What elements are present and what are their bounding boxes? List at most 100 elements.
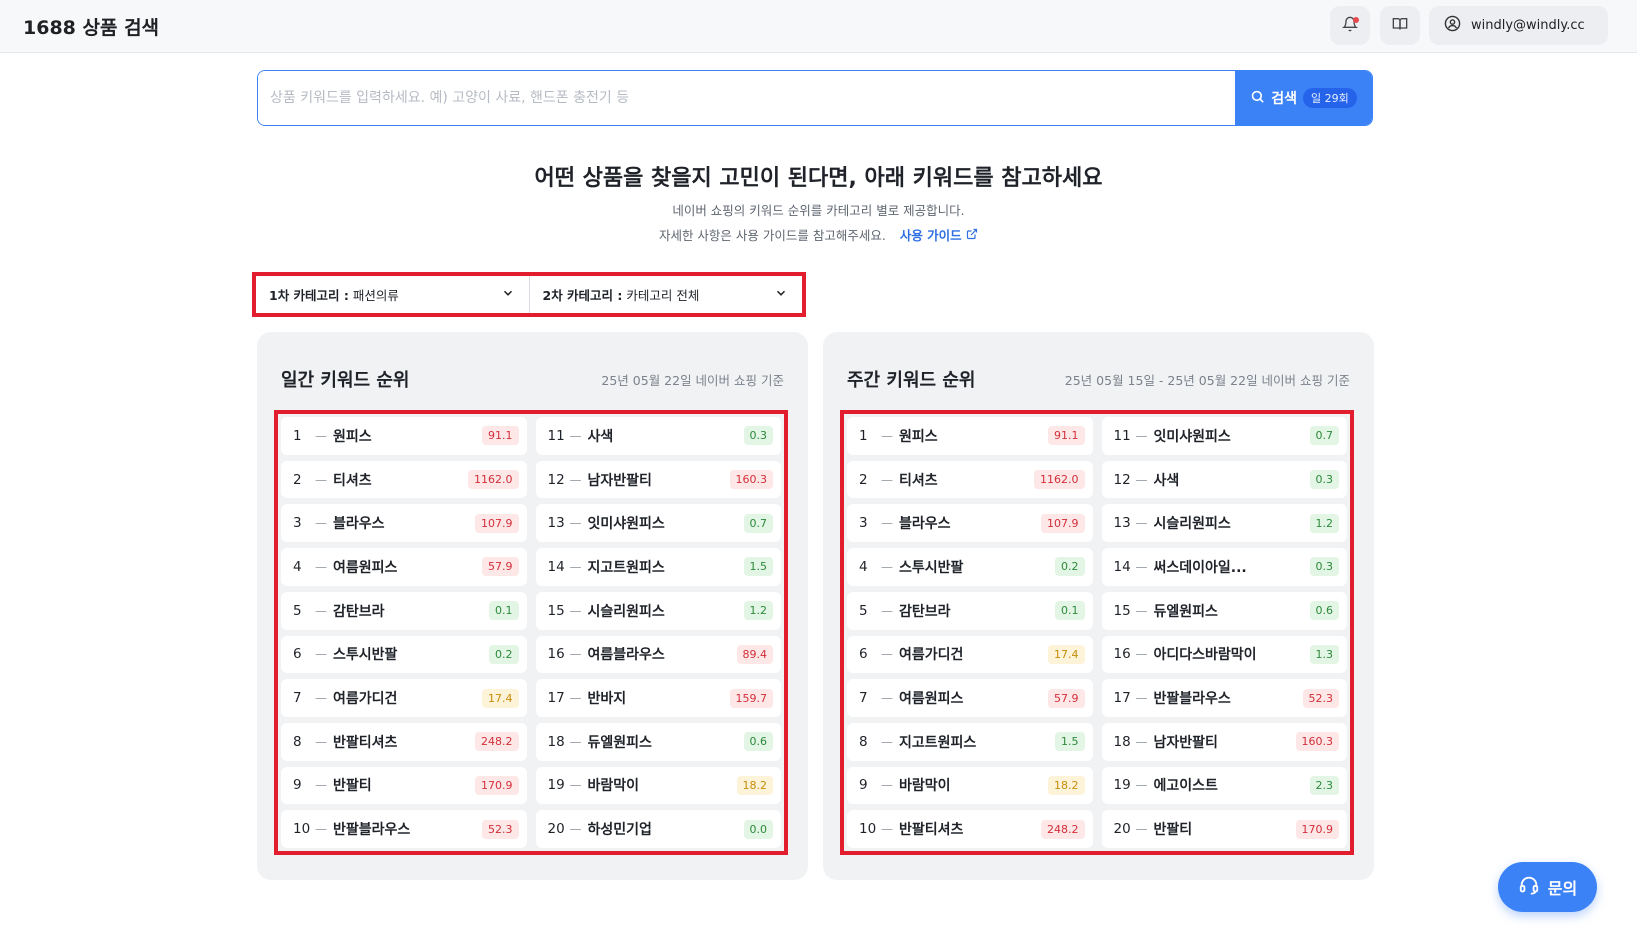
ranking-item[interactable]: 11 — 사색 0.3 [535,417,781,455]
rank-change-dash-icon: — [315,603,327,618]
notification-button[interactable] [1330,6,1370,45]
user-circle-icon [1444,15,1461,36]
rank-number: 16 [547,646,565,663]
ranking-item[interactable]: 19 — 에고이스트 2.3 [1101,766,1347,805]
rank-number: 5 [859,602,868,619]
ranking-item[interactable]: 17 — 반팔블라우스 52.3 [1101,679,1347,717]
rank-score-badge: 1162.0 [1034,470,1085,490]
rank-keyword: 여름원피스 [333,559,398,576]
ranking-item[interactable]: 5 — 감탄브라 0.1 [847,591,1093,630]
ranking-item[interactable]: 5 — 감탄브라 0.1 [281,591,527,630]
ranking-item[interactable]: 11 — 잇미샤원피스 0.7 [1101,417,1347,455]
rank-number: 19 [1113,777,1131,794]
rank-keyword: 하성민기업 [587,822,652,839]
ranking-item[interactable]: 1 — 원피스 91.1 [847,417,1093,455]
rank-change-dash-icon: — [881,516,893,531]
second-category-select[interactable]: 2차 카테고리 : 카테고리 전체 [528,276,803,313]
ranking-item[interactable]: 17 — 반바지 159.7 [535,679,781,717]
ranking-item[interactable]: 16 — 여름블라우스 89.4 [535,635,781,674]
first-category-label: 1차 카테고리 : [269,288,349,303]
search-bar: 검색 일 29회 [257,70,1373,126]
guide-link[interactable]: 사용 가이드 [900,228,978,243]
ranking-item[interactable]: 3 — 블라우스 107.9 [847,504,1093,543]
search-button[interactable]: 검색 일 29회 [1235,71,1372,125]
rank-change-dash-icon: — [315,428,327,443]
rank-keyword: 시슬리원피스 [1153,516,1231,533]
rank-keyword: 스투시반팔 [899,559,964,576]
ranking-item[interactable]: 4 — 스투시반팔 0.2 [847,548,1093,586]
user-account-button[interactable]: windly@windly.cc [1429,6,1608,45]
ranking-item[interactable]: 20 — 하성민기업 0.0 [535,810,781,849]
ranking-item[interactable]: 2 — 티셔츠 1162.0 [847,460,1093,499]
ranking-item[interactable]: 10 — 반팔블라우스 52.3 [281,810,527,849]
ranking-item[interactable]: 18 — 듀엘원피스 0.6 [535,722,781,761]
ranking-item[interactable]: 12 — 남자반팔티 160.3 [535,460,781,499]
ranking-item[interactable]: 7 — 여름가디건 17.4 [281,679,527,717]
ranking-item[interactable]: 10 — 반팔티셔츠 248.2 [847,810,1093,849]
rank-keyword: 잇미샤원피스 [1153,428,1231,445]
ranking-item[interactable]: 15 — 듀엘원피스 0.6 [1101,591,1347,630]
rank-change-dash-icon: — [315,559,327,574]
rank-keyword: 반팔티 [1153,822,1193,839]
rank-score-badge: 1.5 [743,557,773,577]
rank-number: 11 [547,427,565,444]
ranking-item[interactable]: 20 — 반팔티 170.9 [1101,810,1347,849]
rank-change-dash-icon: — [569,778,582,793]
ranking-item[interactable]: 6 — 스투시반팔 0.2 [281,635,527,674]
rank-change-dash-icon: — [881,734,893,749]
rank-number: 5 [293,602,302,619]
rank-score-badge: 160.3 [1295,732,1339,752]
rank-score-badge: 170.9 [475,775,519,795]
rank-number: 17 [547,690,565,707]
rank-number: 3 [859,515,868,532]
ranking-item[interactable]: 14 — 지고트원피스 1.5 [535,548,781,586]
rank-number: 14 [1113,558,1131,575]
rank-number: 10 [859,821,877,838]
ranking-item[interactable]: 9 — 반팔티 170.9 [281,766,527,805]
search-input[interactable] [258,71,1235,125]
rank-keyword: 잇미샤원피스 [587,516,665,533]
ranking-item[interactable]: 8 — 지고트원피스 1.5 [847,722,1093,761]
rank-score-badge: 52.3 [482,819,519,839]
inquiry-button[interactable]: 문의 [1498,862,1597,912]
rank-score-badge: 248.2 [1041,819,1085,839]
rank-change-dash-icon: — [881,559,893,574]
rank-score-badge: 0.0 [743,819,773,839]
rank-keyword: 남자반팔티 [1153,734,1218,751]
rank-score-badge: 160.3 [729,470,773,490]
app-title: 1688 상품 검색 [23,17,160,39]
first-category-value: 패션의류 [352,288,399,303]
ranking-item[interactable]: 9 — 바람막이 18.2 [847,766,1093,805]
ranking-item[interactable]: 6 — 여름가디건 17.4 [847,635,1093,674]
rank-change-dash-icon: — [1135,691,1148,706]
ranking-item[interactable]: 2 — 티셔츠 1162.0 [281,460,527,499]
rank-score-badge: 2.3 [1309,775,1339,795]
ranking-item[interactable]: 19 — 바람막이 18.2 [535,766,781,805]
ranking-item[interactable]: 7 — 여름원피스 57.9 [847,679,1093,717]
ranking-item[interactable]: 4 — 여름원피스 57.9 [281,548,527,586]
rank-score-badge: 0.1 [1055,601,1085,621]
ranking-item[interactable]: 1 — 원피스 91.1 [281,417,527,455]
rank-score-badge: 57.9 [1048,688,1085,708]
ranking-item[interactable]: 8 — 반팔티셔츠 248.2 [281,722,527,761]
rank-keyword: 반팔티셔츠 [333,734,398,751]
rank-change-dash-icon: — [1135,559,1148,574]
weekly-ranking-list: 1 — 원피스 91.1 2 — 티셔츠 1162.0 3 — 블라우스 107.9 4 — 스투시반팔 0.… [840,410,1354,855]
rank-score-badge: 17.4 [482,688,519,708]
rank-change-dash-icon: — [881,472,893,487]
rank-number: 14 [547,558,565,575]
ranking-item[interactable]: 18 — 남자반팔티 160.3 [1101,722,1347,761]
rank-score-badge: 91.1 [1048,426,1085,446]
guide-book-button[interactable] [1380,6,1420,45]
ranking-item[interactable]: 15 — 시슬리원피스 1.2 [535,591,781,630]
ranking-item[interactable]: 12 — 사색 0.3 [1101,460,1347,499]
ranking-item[interactable]: 13 — 시슬리원피스 1.2 [1101,504,1347,543]
rank-number: 6 [293,646,302,663]
ranking-item[interactable]: 13 — 잇미샤원피스 0.7 [535,504,781,543]
ranking-item[interactable]: 3 — 블라우스 107.9 [281,504,527,543]
first-category-select[interactable]: 1차 카테고리 : 패션의류 [256,276,529,313]
ranking-item[interactable]: 16 — 아디다스바람막이 1.3 [1101,635,1347,674]
external-link-icon [966,228,978,243]
headset-icon [1518,874,1540,900]
ranking-item[interactable]: 14 — 써스데이아일... 0.3 [1101,548,1347,586]
